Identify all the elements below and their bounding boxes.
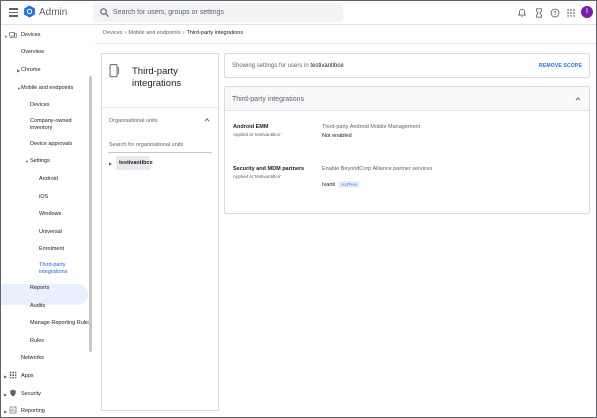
sidebar-item-chrome[interactable]: Chrome (21, 67, 41, 74)
apps-icon (9, 371, 17, 379)
breadcrumb-devices[interactable]: Devices (103, 30, 123, 36)
apps-grid-icon[interactable] (566, 8, 576, 18)
scope-text: Showing settings for users in testivanti… (232, 63, 344, 69)
sidebar-item-ios[interactable]: iOS (39, 194, 48, 201)
search-box[interactable] (93, 3, 343, 22)
setting-applied-at: Applied at 'testivantibce' (233, 132, 281, 137)
page-title: Third-party integrations (132, 66, 182, 89)
sidebar-item-universal[interactable]: Universal (39, 229, 62, 236)
sidebar: ▼ Devices Overview ▶ Chrome ▼ Mobile and… (1, 26, 95, 417)
sidebar-item-mobile-and-endpoints[interactable]: Mobile and endpoints (21, 85, 73, 92)
sidebar-item-apps[interactable]: Apps (21, 373, 34, 380)
scope-bar: Showing settings for users in testivanti… (224, 53, 590, 78)
sidebar-item-windows[interactable]: Windows (39, 211, 61, 218)
card-title: Third-party integrations (232, 96, 304, 103)
org-panel-divider (102, 107, 218, 108)
sidebar-item-settings[interactable]: Settings (30, 158, 50, 165)
hourglass-icon[interactable] (534, 8, 544, 18)
sidebar-item-rules[interactable]: Rules (30, 338, 44, 345)
org-unit-search-input[interactable] (109, 142, 209, 148)
org-search-underline (108, 152, 212, 153)
setting-title: Android EMM (233, 124, 269, 130)
sidebar-item-overview[interactable]: Overview (21, 49, 44, 56)
scope-unit: testivantibce (310, 63, 344, 69)
reporting-icon (9, 406, 17, 414)
sidebar-item-reporting[interactable]: Reporting (21, 408, 45, 415)
sidebar-item-reports[interactable]: Reports (30, 285, 49, 292)
help-icon[interactable]: ? (550, 8, 560, 18)
sidebar-item-security[interactable]: Security (21, 391, 41, 398)
sidebar-item-networks[interactable]: Networks (21, 355, 44, 362)
expand-caret-icon[interactable]: ▶ (4, 409, 7, 414)
svg-text:?: ? (553, 11, 556, 17)
phone-icon (109, 64, 120, 78)
avatar[interactable]: I (581, 6, 593, 18)
sidebar-item-third-party-integrations[interactable]: Third-party integrations (39, 262, 79, 276)
setting-value-row: Ivanti ALPHA (322, 181, 361, 188)
expand-caret-icon[interactable]: ▼ (4, 34, 8, 39)
setting-description: Enable BeyondCorp Alliance partner servi… (322, 166, 433, 172)
sidebar-item-devices[interactable]: Devices (21, 32, 41, 39)
breadcrumb-separator-icon: › (124, 30, 127, 36)
breadcrumb-current: Third-party integrations (186, 30, 244, 36)
settings-card: Third-party integrations Android EMM App… (224, 86, 590, 214)
expand-caret-icon[interactable]: ▼ (25, 159, 29, 164)
sidebar-item-manage-reporting-rules[interactable]: Manage Reporting Rules (30, 320, 91, 327)
org-unit-root[interactable]: testivantibce (116, 156, 153, 170)
expand-caret-icon[interactable]: ▶ (4, 374, 7, 379)
setting-description: Third-party Android Mobile Management (322, 124, 421, 130)
devices-icon (9, 31, 17, 38)
org-units-label: Organisational units (109, 118, 158, 124)
security-icon (10, 389, 16, 397)
breadcrumb-mobile-and-endpoints[interactable]: Mobile and endpoints (128, 30, 180, 36)
sidebar-scrollbar[interactable] (89, 76, 92, 352)
sidebar-item-audits[interactable]: Audits (30, 303, 45, 310)
setting-value: Not enabled (322, 133, 352, 139)
setting-row-android-emm[interactable]: Android EMM Applied at 'testivantibce' T… (225, 119, 589, 149)
sidebar-item-company-owned-inventory[interactable]: Company-owned inventory (30, 118, 80, 132)
menu-icon[interactable] (9, 8, 18, 17)
sidebar-item-android[interactable]: Android (39, 176, 58, 183)
setting-applied-at: Applied at 'testivantibce' (233, 174, 281, 179)
setting-title: Security and MDM partners (233, 166, 305, 172)
bell-icon[interactable] (517, 8, 527, 18)
chevron-up-icon[interactable] (575, 96, 581, 102)
alpha-badge: ALPHA (338, 181, 361, 188)
sidebar-item-devices-sub[interactable]: Devices (30, 102, 50, 109)
breadcrumb-separator-icon: › (182, 30, 185, 36)
search-icon (100, 8, 110, 18)
breadcrumb-divider (95, 43, 596, 44)
top-bar: Admin ? I (1, 1, 596, 25)
expand-caret-icon[interactable]: ▶ (17, 68, 20, 73)
remove-scope-button[interactable]: REMOVE SCOPE (539, 63, 582, 69)
setting-value: Ivanti (322, 182, 336, 188)
setting-row-security-mdm-partners[interactable]: Security and MDM partners Applied at 'te… (225, 161, 589, 195)
scope-prefix: Showing settings for users in (232, 63, 311, 69)
card-header[interactable]: Third-party integrations (225, 87, 589, 111)
sidebar-item-device-approvals[interactable]: Device approvals (30, 141, 72, 148)
app-title[interactable]: Admin (39, 7, 67, 18)
breadcrumb: Devices › Mobile and endpoints › Third-party… (103, 30, 243, 36)
admin-logo-icon[interactable] (23, 5, 36, 18)
expand-caret-icon[interactable]: ▶ (4, 392, 7, 397)
search-input[interactable] (113, 7, 333, 18)
chevron-up-icon[interactable] (204, 117, 210, 123)
sidebar-item-enrolment[interactable]: Enrolment (39, 246, 64, 253)
org-unit-panel: Third-party integrations Organisational … (101, 53, 219, 411)
expand-caret-icon[interactable]: ▶ (109, 161, 112, 166)
